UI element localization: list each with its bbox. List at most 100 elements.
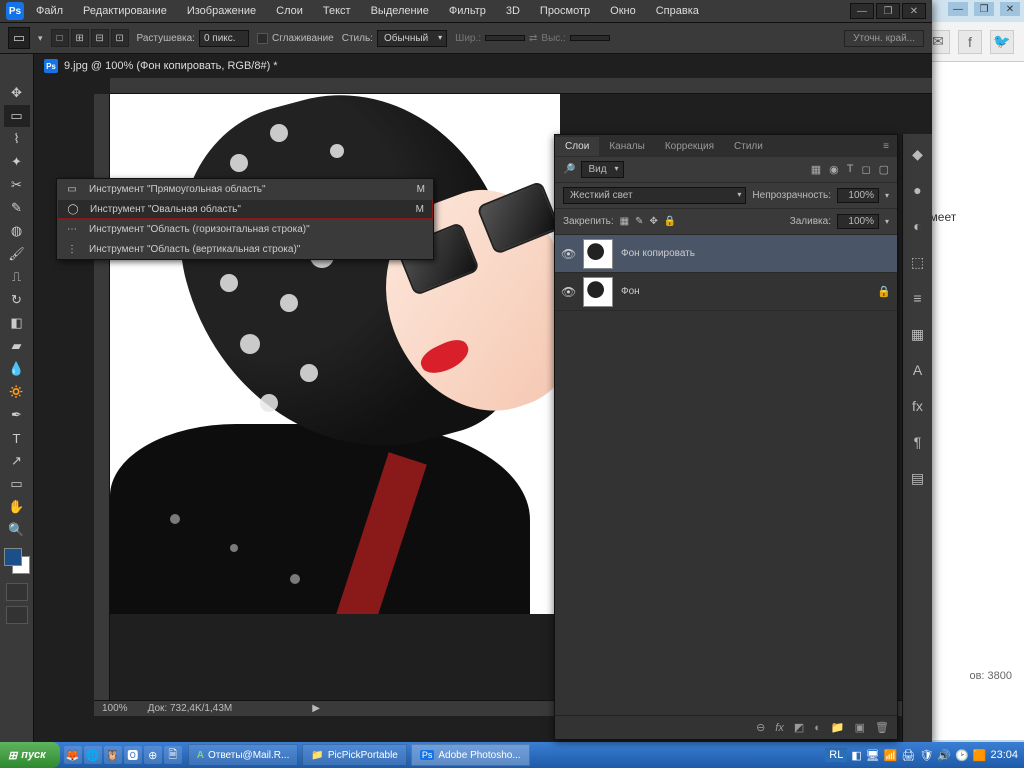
tray-icon[interactable]: 🖥 xyxy=(866,749,880,762)
search-icon[interactable]: 🔎 xyxy=(563,164,575,175)
pen-tool-icon[interactable]: ✒ xyxy=(4,404,30,426)
tray-icon[interactable]: 🛡 xyxy=(919,749,933,762)
facebook-icon[interactable]: f xyxy=(958,30,982,54)
tray-icon[interactable]: 🖨 xyxy=(901,749,915,762)
ql-icon[interactable]: 🦊 xyxy=(64,746,82,764)
close-button[interactable]: ✕ xyxy=(902,3,926,19)
layer-fx-icon[interactable]: fx xyxy=(775,722,784,734)
document-tab[interactable]: Ps 9.jpg @ 100% (Фон копировать, RGB/8#)… xyxy=(34,54,932,78)
dock-icon[interactable]: fx xyxy=(908,396,928,416)
crop-tool-icon[interactable]: ✂ xyxy=(4,174,30,196)
clock[interactable]: 23:04 xyxy=(990,749,1018,761)
move-tool-icon[interactable]: ✥ xyxy=(4,82,30,104)
minimize-icon[interactable]: — xyxy=(948,2,968,16)
tray-icon[interactable]: ◧ xyxy=(851,749,861,762)
active-tool-icon[interactable]: ▭ xyxy=(8,27,30,49)
layer-thumbnail[interactable] xyxy=(583,277,613,307)
fill-input[interactable]: 100% xyxy=(837,214,879,229)
menu-window[interactable]: Окно xyxy=(602,3,644,19)
taskbar-button[interactable]: A Ответы@Mail.R... xyxy=(188,744,299,766)
tab-channels[interactable]: Каналы xyxy=(599,137,655,156)
ql-icon[interactable]: 🗎 xyxy=(164,746,182,764)
dock-icon[interactable]: ≡ xyxy=(908,288,928,308)
path-tool-icon[interactable]: ↗ xyxy=(4,450,30,472)
chevron-down-icon[interactable]: ▾ xyxy=(885,217,889,226)
blur-tool-icon[interactable]: 💧 xyxy=(4,358,30,380)
layer-mask-icon[interactable]: ◩ xyxy=(794,721,804,734)
twitter-icon[interactable]: 🐦 xyxy=(990,30,1014,54)
menu-help[interactable]: Справка xyxy=(648,3,707,19)
menu-select[interactable]: Выделение xyxy=(363,3,437,19)
zoom-level[interactable]: 100% xyxy=(102,703,128,714)
trash-icon[interactable]: 🗑 xyxy=(875,721,889,734)
brush-tool-icon[interactable]: 🖌 xyxy=(4,243,30,265)
layer-row[interactable]: 👁 Фон копировать xyxy=(555,235,897,273)
history-brush-tool-icon[interactable]: ↻ xyxy=(4,289,30,311)
maximize-button[interactable]: ❐ xyxy=(876,3,900,19)
minimize-button[interactable]: — xyxy=(850,3,874,19)
status-arrow-icon[interactable]: ▶ xyxy=(312,703,320,714)
adjustment-layer-icon[interactable]: ◐ xyxy=(814,722,821,734)
dock-icon[interactable]: ◆ xyxy=(908,144,928,164)
flyout-col-marquee[interactable]: ⋮ Инструмент "Область (вертикальная стро… xyxy=(57,239,433,259)
menu-file[interactable]: Файл xyxy=(28,3,71,19)
maximize-icon[interactable]: ❐ xyxy=(974,2,994,16)
lock-move-icon[interactable]: ✥ xyxy=(650,216,658,227)
lang-indicator[interactable]: RL xyxy=(825,748,847,762)
chevron-down-icon[interactable]: ▾ xyxy=(38,33,43,44)
close-icon[interactable]: ✕ xyxy=(1000,2,1020,16)
shape-tool-icon[interactable]: ▭ xyxy=(4,473,30,495)
menu-text[interactable]: Текст xyxy=(315,3,359,19)
gradient-tool-icon[interactable]: ▰ xyxy=(4,335,30,357)
magic-wand-tool-icon[interactable]: ✦ xyxy=(4,151,30,173)
tray-icon[interactable]: 🕑 xyxy=(955,749,969,762)
type-tool-icon[interactable]: T xyxy=(4,427,30,449)
foreground-color-swatch[interactable] xyxy=(4,548,22,566)
ql-icon[interactable]: 🅾 xyxy=(124,746,142,764)
lock-paint-icon[interactable]: ✎ xyxy=(635,216,643,227)
tab-layers[interactable]: Слои xyxy=(555,137,599,156)
menu-layer[interactable]: Слои xyxy=(268,3,311,19)
tab-styles[interactable]: Стили xyxy=(724,137,773,156)
hand-tool-icon[interactable]: ✋ xyxy=(4,496,30,518)
start-button[interactable]: ⊞ пуск xyxy=(0,742,60,768)
healing-tool-icon[interactable]: ◍ xyxy=(4,220,30,242)
visibility-icon[interactable]: 👁 xyxy=(561,285,575,299)
dock-icon[interactable]: ¶ xyxy=(908,432,928,452)
antialias-checkbox[interactable] xyxy=(257,33,268,44)
canvas[interactable] xyxy=(110,94,560,614)
panel-menu-icon[interactable]: ≡ xyxy=(873,137,897,156)
layer-kind-dropdown[interactable]: Вид xyxy=(581,161,623,178)
ql-icon[interactable]: ⊕ xyxy=(144,746,162,764)
dodge-tool-icon[interactable]: 🔅 xyxy=(4,381,30,403)
lock-all-icon[interactable]: 🔒 xyxy=(664,216,676,227)
filter-type-icon[interactable]: T xyxy=(847,163,854,176)
selection-new-icon[interactable]: □ xyxy=(51,29,69,47)
filter-pixel-icon[interactable]: ▦ xyxy=(811,163,821,176)
ql-icon[interactable]: 🦉 xyxy=(104,746,122,764)
menu-view[interactable]: Просмотр xyxy=(532,3,598,19)
layer-name[interactable]: Фон xyxy=(621,286,640,297)
ql-icon[interactable]: 🌐 xyxy=(84,746,102,764)
flyout-rect-marquee[interactable]: ▭ Инструмент "Прямоугольная область" M xyxy=(57,179,433,199)
eyedropper-tool-icon[interactable]: ✎ xyxy=(4,197,30,219)
blend-mode-dropdown[interactable]: Жесткий свет xyxy=(563,187,746,204)
dock-icon[interactable]: ▦ xyxy=(908,324,928,344)
link-layers-icon[interactable]: ⊖ xyxy=(756,721,765,734)
group-icon[interactable]: 📁 xyxy=(831,721,845,734)
color-swatches[interactable] xyxy=(4,548,30,574)
style-dropdown[interactable]: Обычный xyxy=(377,30,447,47)
dock-icon[interactable]: ▤ xyxy=(908,468,928,488)
stamp-tool-icon[interactable]: ⎍ xyxy=(4,266,30,288)
menu-filter[interactable]: Фильтр xyxy=(441,3,494,19)
taskbar-button[interactable]: Ps Adobe Photosho... xyxy=(411,744,530,766)
new-layer-icon[interactable]: ▣ xyxy=(855,721,865,734)
dock-icon[interactable]: ◐ xyxy=(908,216,928,236)
flyout-row-marquee[interactable]: ⋯ Инструмент "Область (горизонтальная ст… xyxy=(57,219,433,239)
taskbar-button[interactable]: 📁 PicPickPortable xyxy=(302,744,406,766)
visibility-icon[interactable]: 👁 xyxy=(561,247,575,261)
layer-row[interactable]: 👁 Фон 🔒 xyxy=(555,273,897,311)
opacity-input[interactable]: 100% xyxy=(837,188,879,203)
marquee-tool-icon[interactable]: ▭ xyxy=(4,105,30,127)
tray-icon[interactable]: 📶 xyxy=(884,749,898,762)
